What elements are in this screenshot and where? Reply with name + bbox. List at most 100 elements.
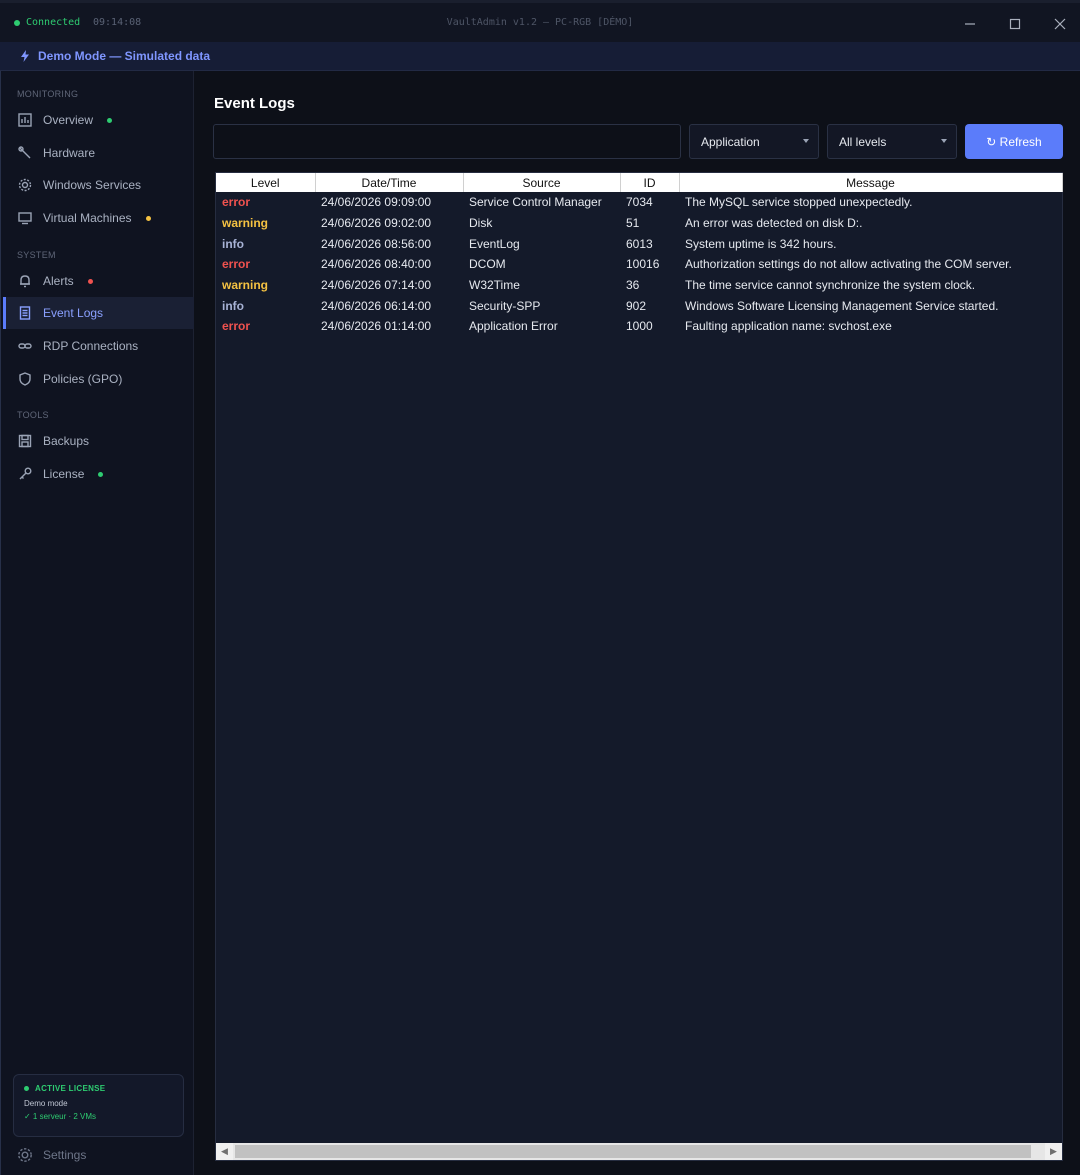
license-title: ACTIVE LICENSE [35, 1084, 106, 1093]
sidebar-item-label: Policies (GPO) [43, 372, 123, 386]
sidebar-item-license[interactable]: License [3, 458, 194, 490]
level-filter-value: All levels [839, 134, 887, 149]
cell-id: 1000 [626, 319, 653, 334]
chevron-down-icon [803, 139, 809, 143]
sidebar: MONITORING Overview Hardware Windows Ser… [0, 71, 194, 1175]
key-icon [17, 466, 33, 482]
license-dot-icon [24, 1086, 29, 1091]
section-label-monitoring: MONITORING [17, 89, 79, 99]
level-filter-select[interactable]: All levels [827, 124, 957, 159]
refresh-button[interactable]: ↻ Refresh [965, 124, 1063, 159]
demo-mode-text: Demo Mode — Simulated data [38, 49, 211, 63]
license-status: ACTIVE LICENSE [24, 1084, 173, 1093]
sidebar-item-label: License [43, 467, 85, 481]
search-input[interactable] [213, 124, 681, 159]
bell-icon [17, 273, 33, 289]
sidebar-item-policies-gpo[interactable]: Policies (GPO) [3, 363, 194, 395]
log-source-select[interactable]: Application [689, 124, 819, 159]
status-indicator [87, 278, 93, 284]
cell-level: error [222, 319, 251, 334]
cell-source: EventLog [469, 236, 520, 251]
column-header-level[interactable]: Level [216, 173, 316, 192]
event-log-table: Level Date/Time Source ID Message error 2… [215, 172, 1063, 1161]
table-row[interactable]: warning 24/06/2026 09:02:00 Disk 51 An error… [216, 213, 1062, 234]
cell-level: warning [222, 278, 269, 293]
settings-button[interactable]: Settings [17, 1147, 86, 1163]
table-row[interactable]: info 24/06/2026 06:14:00 Security-SPP 902 Wi… [216, 295, 1062, 316]
sidebar-item-label: Backups [43, 434, 90, 448]
sidebar-item-label: Alerts [43, 274, 74, 288]
cell-datetime: 24/06/2026 07:14:00 [321, 278, 432, 293]
column-header-message[interactable]: Message [679, 173, 1063, 192]
sidebar-item-windows-services[interactable]: Windows Services [3, 169, 194, 201]
sidebar-item-label: Hardware [43, 146, 96, 160]
cell-datetime: 24/06/2026 08:56:00 [321, 236, 432, 251]
table-header-row: Level Date/Time Source ID Message [216, 173, 1063, 192]
sidebar-item-event-logs[interactable]: Event Logs [3, 297, 194, 329]
lightning-icon [21, 50, 29, 62]
event-table: Level Date/Time Source ID Message error 2… [216, 173, 1063, 337]
sidebar-item-backups[interactable]: Backups [3, 425, 194, 457]
table-row[interactable]: error 24/06/2026 01:14:00 Application Erro… [216, 316, 1062, 337]
sidebar-item-overview[interactable]: Overview [3, 104, 194, 136]
gear-icon [18, 1148, 32, 1162]
cell-datetime: 24/06/2026 01:14:00 [321, 319, 432, 334]
cell-id: 10016 [626, 257, 660, 272]
scroll-left-icon[interactable]: ◀ [216, 1143, 233, 1160]
bar-chart-icon [17, 112, 33, 128]
gear-icon [17, 177, 33, 193]
cell-id: 51 [626, 216, 640, 231]
sidebar-item-virtual-machines[interactable]: Virtual Machines [3, 202, 194, 234]
sidebar-item-hardware[interactable]: Hardware [3, 137, 194, 169]
column-header-source[interactable]: Source [463, 173, 621, 192]
title-bar: Connected 09:14:08 VaultAdmin v1.2 — PC-… [0, 0, 1080, 42]
sidebar-item-label: Windows Services [43, 178, 142, 192]
cell-id: 6013 [626, 236, 653, 251]
sidebar-item-label: Virtual Machines [43, 211, 132, 225]
column-header-id[interactable]: ID [620, 173, 680, 192]
wrench-icon [17, 145, 33, 161]
table-row[interactable]: error 24/06/2026 08:40:00 DCOM 10016 Authori… [216, 254, 1062, 275]
main-content: Event Logs Application All levels ↻ Refr… [194, 71, 1080, 1175]
cell-level: error [222, 195, 251, 210]
table-row[interactable]: error 24/06/2026 09:09:00 Service Control … [216, 192, 1062, 213]
cell-level: info [222, 298, 244, 313]
shield-icon [17, 371, 33, 387]
sidebar-item-label: RDP Connections [43, 339, 139, 353]
cell-id: 902 [626, 298, 647, 313]
cell-level: error [222, 257, 251, 272]
table-row[interactable]: warning 24/06/2026 07:14:00 W32Time 36 The t… [216, 275, 1062, 296]
cell-message: Windows Software Licensing Management Se… [685, 298, 999, 313]
cell-id: 36 [626, 278, 640, 293]
cell-message: An error was detected on disk D:. [685, 216, 863, 231]
log-source-value: Application [701, 134, 760, 149]
status-indicator [98, 471, 104, 477]
cell-datetime: 24/06/2026 08:40:00 [321, 257, 432, 272]
sidebar-item-alerts[interactable]: Alerts [3, 265, 194, 297]
scroll-right-icon[interactable]: ▶ [1045, 1143, 1062, 1160]
horizontal-scrollbar[interactable]: ◀ ▶ [216, 1143, 1062, 1160]
cell-source: Application Error [469, 319, 558, 334]
cell-source: Service Control Manager [469, 195, 602, 210]
scrollbar-thumb[interactable] [235, 1145, 1031, 1158]
license-card: ACTIVE LICENSE Demo mode ✓ 1 serveur · 2… [13, 1074, 184, 1137]
cell-message: Authorization settings do not allow acti… [685, 257, 1012, 272]
cell-datetime: 24/06/2026 09:09:00 [321, 195, 432, 210]
sidebar-item-rdp-connections[interactable]: RDP Connections [3, 330, 194, 362]
minimize-icon [965, 23, 975, 25]
settings-label: Settings [43, 1148, 87, 1162]
maximize-button[interactable] [1000, 11, 1030, 37]
section-label-tools: TOOLS [17, 410, 49, 420]
cell-source: Security-SPP [469, 298, 541, 313]
minimize-button[interactable] [955, 11, 985, 37]
save-icon [17, 433, 33, 449]
document-icon [17, 305, 33, 321]
cell-level: info [222, 236, 244, 251]
close-button[interactable] [1045, 11, 1075, 37]
column-header-datetime[interactable]: Date/Time [315, 173, 464, 192]
table-row[interactable]: info 24/06/2026 08:56:00 EventLog 6013 Syste… [216, 233, 1062, 254]
maximize-icon [1009, 18, 1021, 30]
page-title: Event Logs [214, 95, 295, 112]
cell-source: DCOM [469, 257, 506, 272]
cell-datetime: 24/06/2026 09:02:00 [321, 216, 432, 231]
